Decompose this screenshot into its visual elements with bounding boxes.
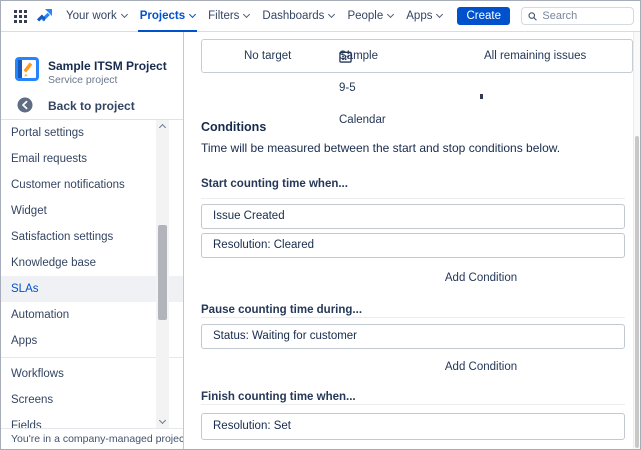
project-type: Service project: [48, 74, 118, 86]
condition-field-resolution-set[interactable]: Resolution: Set: [201, 413, 625, 440]
section-divider: [201, 404, 625, 405]
main-scrollbar-thumb[interactable]: [635, 136, 639, 448]
nav-item-filters[interactable]: Filters: [208, 1, 251, 32]
chevron-down-icon: [189, 10, 197, 19]
top-nav: Your work Projects Filters Dashboards Pe…: [1, 1, 640, 32]
app-window: Your work Projects Filters Dashboards Pe…: [0, 0, 641, 450]
sidebar: Sample ITSM Project Service project Back…: [1, 32, 184, 449]
nav-item-label: Your work: [66, 10, 117, 22]
conditions-heading: Conditions: [201, 120, 267, 134]
sla-summary-row: No target Sample 9-5 Calendar All remain…: [201, 39, 633, 126]
chevron-down-icon: [120, 10, 128, 19]
sla-goal-target[interactable]: No target: [244, 40, 291, 72]
sla-calendar-select[interactable]: Sample 9-5 Calendar: [339, 40, 386, 126]
project-management-note: You're in a company-managed project: [1, 428, 183, 449]
search-icon: [528, 11, 537, 21]
back-arrow-icon[interactable]: [17, 97, 33, 118]
app-switcher-icon[interactable]: [14, 9, 27, 23]
chevron-down-icon: [436, 10, 444, 19]
section-divider: [201, 198, 625, 199]
search-box[interactable]: [521, 7, 634, 25]
scroll-up-icon[interactable]: [158, 123, 167, 132]
sidebar-scrollbar[interactable]: [156, 120, 169, 428]
sidebar-scrollbar-thumb[interactable]: [158, 225, 167, 320]
section-divider: [201, 317, 625, 318]
sla-issues-scope[interactable]: All remaining issues: [484, 40, 586, 72]
start-counting-label: Start counting time when...: [201, 178, 348, 190]
search-input[interactable]: [542, 10, 627, 22]
cursor-artifact: [480, 94, 483, 99]
condition-field-status-waiting[interactable]: Status: Waiting for customer: [201, 324, 625, 349]
nav-item-label: Dashboards: [262, 10, 325, 22]
add-condition-link-start[interactable]: Add Condition: [445, 272, 517, 284]
condition-field-issue-created[interactable]: Issue Created: [201, 204, 625, 229]
project-name: Sample ITSM Project: [48, 59, 167, 73]
finish-counting-label: Finish counting time when...: [201, 391, 356, 403]
pause-counting-label: Pause counting time during...: [201, 304, 363, 316]
add-condition-link-pause[interactable]: Add Condition: [445, 361, 517, 373]
sidebar-menu: Portal settings Email requests Customer …: [1, 119, 183, 428]
back-to-project-link[interactable]: Back to project: [48, 99, 135, 113]
conditions-description: Time will be measured between the start …: [201, 141, 561, 155]
nav-item-label: Apps: [406, 10, 433, 22]
main-content: No target Sample 9-5 Calendar All remain…: [185, 32, 640, 449]
nav-item-label: Filters: [208, 10, 240, 22]
nav-item-label: People: [347, 10, 384, 22]
nav-item-projects[interactable]: Projects: [137, 1, 198, 32]
condition-field-resolution-cleared[interactable]: Resolution: Cleared: [201, 233, 625, 258]
chevron-down-icon: [387, 10, 395, 19]
nav-item-people[interactable]: People: [347, 1, 395, 32]
jira-logo-icon[interactable]: [36, 8, 53, 24]
scroll-down-icon[interactable]: [158, 416, 167, 425]
main-scrollbar[interactable]: [633, 32, 640, 449]
sla-calendar-label: Sample 9-5 Calendar: [339, 50, 386, 126]
nav-item-dashboards[interactable]: Dashboards: [262, 1, 336, 32]
nav-item-label: Projects: [139, 10, 186, 22]
project-avatar-icon: [15, 57, 39, 86]
nav-item-apps[interactable]: Apps: [406, 1, 444, 32]
chevron-down-icon: [243, 10, 251, 19]
create-button[interactable]: Create: [457, 7, 510, 25]
chevron-down-icon: [328, 10, 336, 19]
nav-item-your-work[interactable]: Your work: [66, 1, 128, 32]
